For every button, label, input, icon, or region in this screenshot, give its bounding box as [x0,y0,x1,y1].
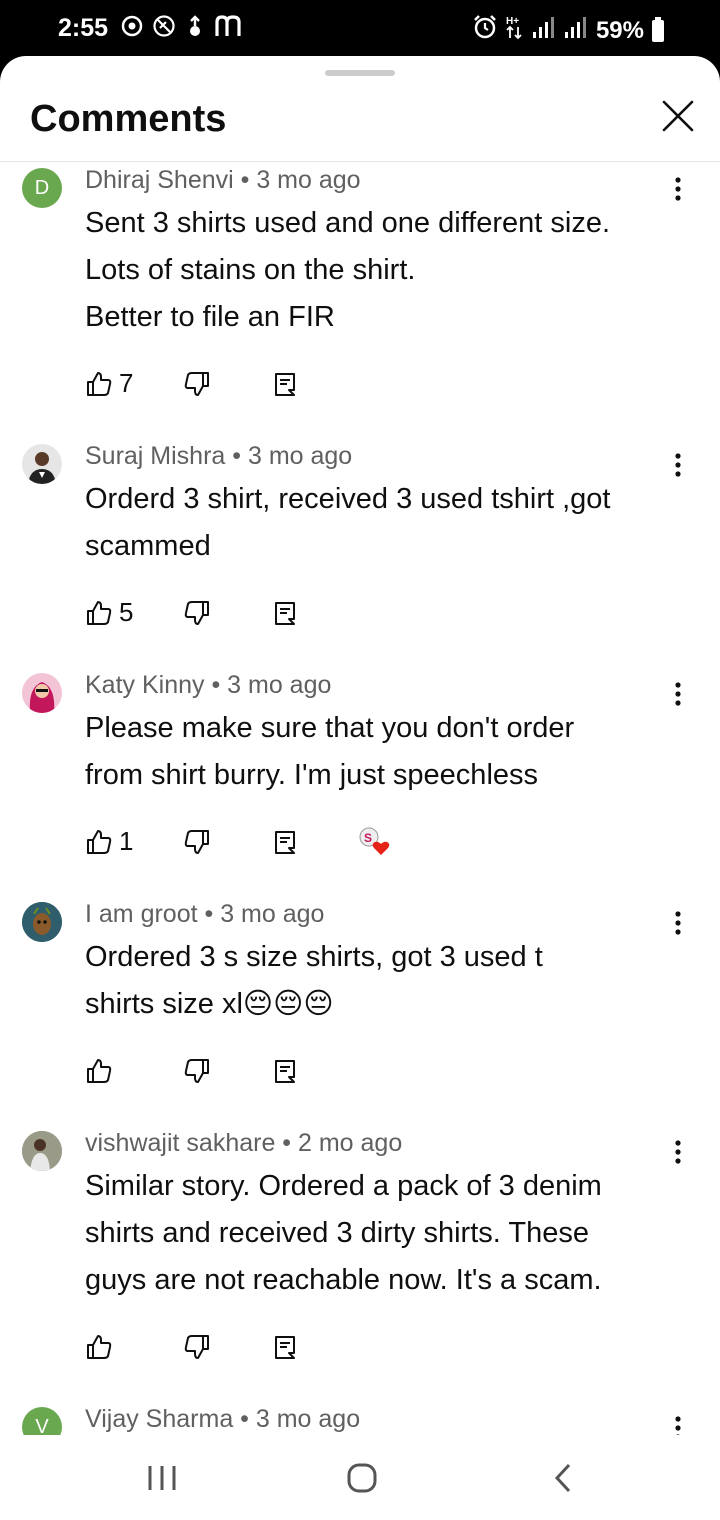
reply-button[interactable] [273,599,297,632]
thumbs-down-icon [184,1059,209,1083]
reply-icon [275,1060,295,1083]
comment-text: Sent 3 shirts used and one different siz… [85,207,611,333]
thumbs-down-icon [184,1335,209,1359]
comment-text: Similar story. Ordered a pack of 3 denim… [85,1170,602,1296]
sheet-header: Comments [0,80,720,162]
comments-list[interactable]: D Dhiraj Shenvi • 3 mo ago Sent 3 shirts… [0,163,720,1435]
thumbs-up-icon [87,601,112,625]
thumbs-down-icon [184,601,209,625]
comments-sheet: Comments D Dhiraj Shenvi • 3 mo ago Sent… [0,56,720,1520]
system-nav-bar [0,1436,720,1520]
reply-icon [275,373,295,396]
comment-author-time[interactable]: vishwajit sakhare • 2 mo ago [85,1129,402,1158]
creator-heart-icon: S [359,827,390,855]
data-icon: H+ [506,14,524,47]
person-photo-icon [29,682,55,713]
like-button[interactable] [85,1057,113,1090]
like-button[interactable] [85,1333,113,1366]
status-time: 2:55 [58,14,109,42]
like-count: 5 [119,597,134,627]
back-button[interactable] [545,1460,585,1496]
battery-percent: 59% [595,16,644,44]
signal-icon [532,15,556,46]
like-count: 1 [119,826,134,856]
avatar[interactable] [22,1131,62,1171]
avatar-letter: D [34,176,50,199]
comment-author-time[interactable]: Suraj Mishra • 3 mo ago [85,442,352,471]
more-options-button[interactable] [668,909,688,939]
reply-button[interactable] [273,828,297,861]
comment-author-time[interactable]: I am groot • 3 mo ago [85,900,324,929]
avatar[interactable] [22,673,62,713]
person-photo-icon [28,452,56,484]
dislike-button[interactable] [183,1333,211,1366]
comment-text: Orderd 3 shirt, received 3 used tshirt ,… [85,483,611,562]
reply-button[interactable] [273,1057,297,1090]
recent-apps-icon [148,1466,176,1490]
person-photo-icon [22,1131,62,1171]
avatar[interactable]: D [22,168,62,208]
headset-icon [120,14,144,45]
like-count: 7 [119,368,134,398]
avatar[interactable]: V [22,1407,62,1435]
home-button[interactable] [342,1460,382,1496]
like-button[interactable]: 7 [85,368,133,403]
battery-icon [652,16,664,42]
recent-apps-button[interactable] [142,1460,182,1496]
more-vert-icon [675,1140,681,1164]
more-options-button[interactable] [668,1414,688,1435]
signal-icon [564,15,588,46]
like-button[interactable]: 1 [85,826,133,861]
like-button[interactable]: 5 [85,597,133,632]
drag-handle[interactable] [325,70,395,76]
comment-text: Ordered 3 s size shirts, got 3 used t sh… [85,941,543,1020]
comment-author-time[interactable]: Dhiraj Shenvi • 3 mo ago [85,166,361,195]
dislike-button[interactable] [183,599,211,632]
alarm-icon [472,14,498,47]
mail-icon [214,14,244,45]
usb-icon [184,14,206,45]
avatar[interactable] [22,444,62,484]
creator-heart-badge: S [357,825,391,862]
groot-avatar-icon [22,902,62,942]
page-title: Comments [30,98,227,140]
status-bar: 2:55 H+ 59% [0,0,720,58]
reply-button[interactable] [273,370,297,403]
thumbs-down-icon [184,830,209,854]
reply-icon [275,1336,295,1359]
thumbs-up-icon [87,830,112,854]
more-vert-icon [675,911,681,935]
more-options-button[interactable] [668,680,688,710]
vpn-icon [152,14,176,45]
close-button[interactable] [660,98,696,134]
comment-author-time[interactable]: Katy Kinny • 3 mo ago [85,671,331,700]
comment-text: Please make sure that you don't order fr… [85,712,575,791]
avatar-letter: V [35,1415,49,1436]
more-options-button[interactable] [668,175,688,205]
close-icon [662,100,694,132]
dislike-button[interactable] [183,1057,211,1090]
more-vert-icon [675,682,681,706]
more-vert-icon [675,453,681,477]
reply-icon [275,602,295,625]
svg-text:H+: H+ [506,16,519,27]
thumbs-up-icon [87,372,112,396]
svg-text:S: S [364,831,372,845]
thumbs-up-icon [87,1335,112,1359]
more-vert-icon [675,1416,681,1435]
reply-icon [275,831,295,854]
dislike-button[interactable] [183,828,211,861]
more-vert-icon [675,177,681,201]
reply-button[interactable] [273,1333,297,1366]
back-icon [554,1463,571,1493]
more-options-button[interactable] [668,1138,688,1168]
home-icon [347,1463,377,1493]
more-options-button[interactable] [668,451,688,481]
comment-author-time[interactable]: Vijay Sharma • 3 mo ago [85,1405,360,1434]
dislike-button[interactable] [183,370,211,403]
thumbs-up-icon [87,1059,112,1083]
thumbs-down-icon [184,372,209,396]
avatar[interactable] [22,902,62,942]
